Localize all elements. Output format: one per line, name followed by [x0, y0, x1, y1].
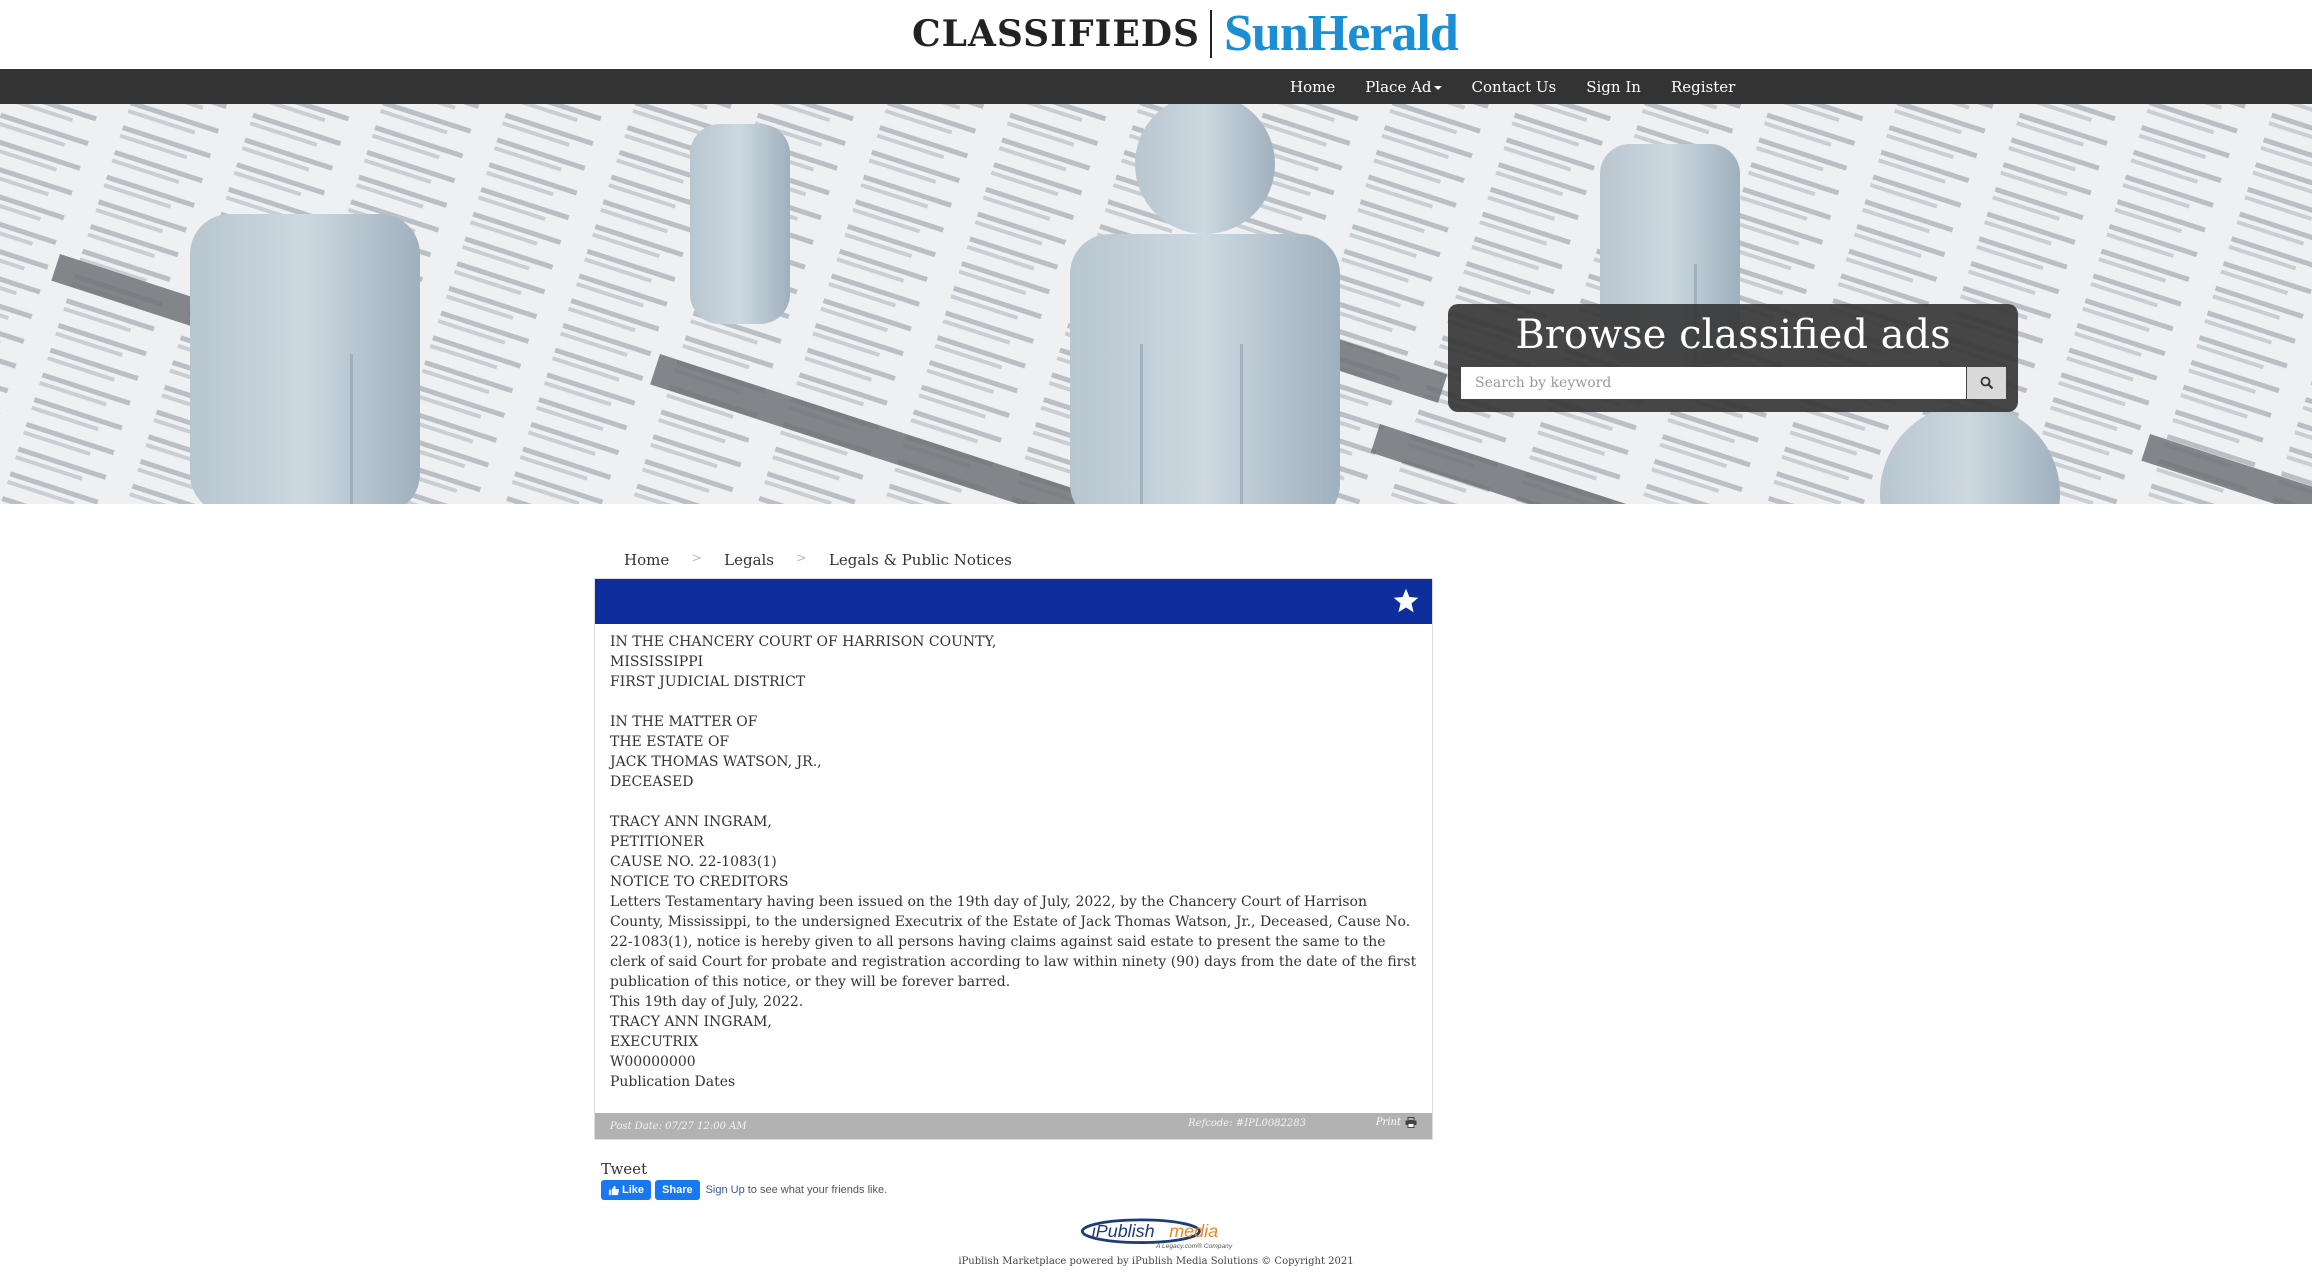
ad-line: TRACY ANN INGRAM,: [610, 1014, 772, 1030]
ad-body: IN THE CHANCERY COURT OF HARRISON COUNTY…: [595, 624, 1432, 1092]
fb-share-button[interactable]: Share: [655, 1180, 700, 1200]
main-navbar: Home Place Ad Contact Us Sign In Registe…: [0, 69, 2312, 104]
print-button[interactable]: Print: [1376, 1117, 1417, 1128]
logo-classifieds-text: CLASSIFIEDS: [912, 13, 1200, 55]
logo-ipublish-text: iPublish: [1092, 1221, 1155, 1241]
ad-line: CAUSE NO. 22-1083(1): [610, 854, 777, 870]
logo-sunherald-text: SunHerald: [1224, 5, 1459, 62]
ad-line: PETITIONER: [610, 834, 704, 850]
ad-line: This 19th day of July, 2022.: [610, 994, 804, 1010]
nav-contact-us[interactable]: Contact Us: [1472, 78, 1557, 96]
breadcrumb-separator-icon: >: [796, 551, 807, 566]
ad-line: JACK THOMAS WATSON, JR.,: [610, 754, 822, 770]
search-button[interactable]: [1967, 367, 2006, 399]
ad-line: W00000000: [610, 1054, 696, 1070]
breadcrumb-legals[interactable]: Legals: [724, 551, 774, 569]
fb-like-label: Like: [622, 1184, 645, 1196]
ad-line: IN THE MATTER OF: [610, 714, 758, 730]
nav-place-ad[interactable]: Place Ad: [1365, 77, 1442, 96]
breadcrumb-separator-icon: >: [691, 551, 703, 566]
nav-register[interactable]: Register: [1671, 78, 1735, 96]
ipublish-media-logo[interactable]: iPublish media A Legacy.com® Company: [1076, 1218, 1236, 1252]
search-icon: [1980, 376, 1993, 390]
logo-media-text: media: [1169, 1221, 1218, 1241]
ad-card: IN THE CHANCERY COURT OF HARRISON COUNTY…: [594, 578, 1433, 1140]
thumbs-up-icon: [608, 1185, 619, 1195]
star-favorite-icon[interactable]: [1392, 587, 1420, 615]
fb-info-text: to see what your friends like.: [747, 1184, 888, 1196]
breadcrumb: Home > Legals > Legals & Public Notices: [624, 551, 1012, 569]
ad-card-footer: Post Date: 07/27 12:00 AM Refcode: #IPL0…: [595, 1113, 1432, 1139]
footer-copyright: iPublish Marketplace powered by iPublish…: [958, 1256, 1354, 1267]
ad-line: MISSISSIPPI: [610, 654, 704, 670]
ad-line: IN THE CHANCERY COURT OF HARRISON COUNTY…: [610, 634, 997, 650]
ad-line: DECEASED: [610, 774, 694, 790]
hero-banner: Browse classified ads: [0, 104, 2312, 504]
ref-code: Refcode: #IPL0082283: [1188, 1118, 1306, 1129]
search-panel: Browse classified ads: [1448, 304, 2018, 412]
nav-home[interactable]: Home: [1290, 78, 1335, 96]
logo-subtitle-text: A Legacy.com® Company: [1155, 1242, 1233, 1250]
ad-line: NOTICE TO CREDITORS: [610, 874, 789, 890]
ad-spacer: [610, 792, 1417, 812]
ad-card-header: [595, 579, 1432, 624]
ad-line: FIRST JUDICIAL DISTRICT: [610, 674, 806, 690]
ad-line: EXECUTRIX: [610, 1034, 699, 1050]
caret-down-icon: [1433, 85, 1442, 90]
fb-like-button[interactable]: Like: [601, 1180, 652, 1200]
fb-signup-link[interactable]: Sign Up: [706, 1184, 745, 1196]
nav-place-ad-label: Place Ad: [1365, 77, 1432, 96]
site-logo[interactable]: CLASSIFIEDS SunHerald: [912, 5, 1459, 62]
logo-divider: [1210, 10, 1212, 58]
breadcrumb-legals-public-notices[interactable]: Legals & Public Notices: [829, 551, 1012, 569]
post-date: Post Date: 07/27 12:00 AM: [610, 1121, 747, 1132]
ad-paragraph: Letters Testamentary having been issued …: [610, 894, 1417, 990]
search-input[interactable]: [1461, 367, 1966, 399]
nav-menu: Home Place Ad Contact Us Sign In Registe…: [1290, 69, 1765, 104]
site-header: CLASSIFIEDS SunHerald: [0, 0, 2312, 69]
facebook-widget: Like Share Sign Up to see what your frie…: [601, 1180, 887, 1200]
ad-spacer: [610, 692, 1417, 712]
tweet-link[interactable]: Tweet: [601, 1160, 647, 1178]
printer-icon: [1405, 1117, 1417, 1128]
breadcrumb-home[interactable]: Home: [624, 551, 669, 569]
nav-sign-in[interactable]: Sign In: [1586, 78, 1641, 96]
ad-line: Publication Dates: [610, 1074, 736, 1090]
ad-line: THE ESTATE OF: [610, 734, 730, 750]
ad-line: TRACY ANN INGRAM,: [610, 814, 772, 830]
print-label: Print: [1375, 1117, 1401, 1128]
search-title: Browse classified ads: [1515, 312, 1951, 358]
